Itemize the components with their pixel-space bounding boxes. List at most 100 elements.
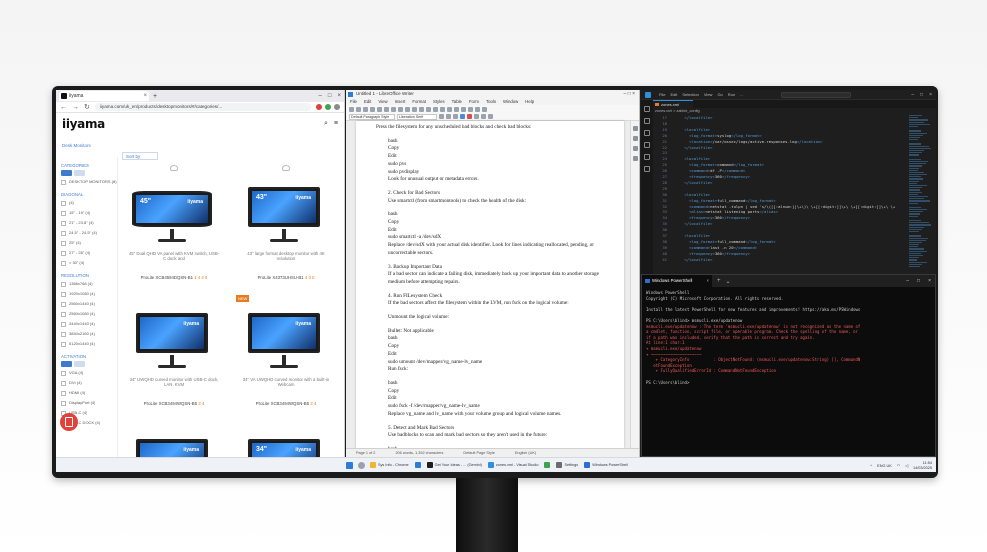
product-card[interactable]: 45" iiyama 45" Dual QHD VA panel with KVM … <box>120 165 228 295</box>
menu-item[interactable]: Help <box>525 98 534 105</box>
paste-icon[interactable] <box>398 107 403 112</box>
track-changes-icon[interactable] <box>475 107 480 112</box>
checkbox[interactable] <box>61 390 66 396</box>
command-center-search[interactable] <box>781 91 852 98</box>
checkbox[interactable] <box>61 240 66 246</box>
filter-option[interactable]: 1920x1080 (4) <box>61 290 117 298</box>
close-icon[interactable]: × <box>929 92 932 98</box>
comment-icon[interactable] <box>468 107 473 112</box>
iiyama-logo[interactable]: iiyama <box>62 117 105 131</box>
product-code[interactable]: ProLite XCB3494WQSN-B5 3 4 <box>128 401 220 406</box>
filter-option[interactable]: 2560x1440 (4) <box>61 300 117 308</box>
menu-item[interactable]: View <box>378 98 387 105</box>
sort-dropdown[interactable]: Sort by <box>122 152 158 160</box>
checkbox[interactable] <box>61 260 66 266</box>
profile-icon[interactable] <box>334 104 340 110</box>
back-icon[interactable]: ← <box>60 104 67 111</box>
close-tab-icon[interactable]: × <box>143 91 147 101</box>
maximize-icon[interactable]: □ <box>920 92 923 98</box>
checkbox[interactable] <box>61 301 66 307</box>
filter-option[interactable]: 21" - 23.8" (4) <box>61 219 117 227</box>
monitor-product-image[interactable]: iiyama <box>248 313 320 353</box>
product-card[interactable]: NEW iiyama 34" VA UWQHD curved monitor wit… <box>232 295 340 421</box>
taskbar-app[interactable] <box>414 462 421 468</box>
menu-item[interactable]: File <box>350 98 357 105</box>
menu-item[interactable]: Tools <box>486 98 496 105</box>
taskbar-app[interactable]: Windows PowerShell <box>584 462 628 468</box>
new-document-icon[interactable] <box>349 107 354 112</box>
checkbox[interactable] <box>61 370 66 376</box>
chevron-down-icon[interactable]: ⌄ <box>726 278 731 285</box>
highlight-icon[interactable] <box>467 114 472 119</box>
maximize-icon[interactable]: □ <box>328 93 332 99</box>
checkbox[interactable] <box>61 331 66 337</box>
minimize-icon[interactable]: – <box>906 278 909 284</box>
compare-icon[interactable] <box>282 165 290 171</box>
reload-icon[interactable]: ↻ <box>84 103 90 111</box>
table-icon[interactable] <box>433 107 438 112</box>
extensions-icon[interactable] <box>644 154 650 160</box>
checkbox[interactable] <box>61 321 66 327</box>
menu-item[interactable]: File <box>659 92 665 97</box>
extension-icon[interactable] <box>316 104 322 110</box>
open-icon[interactable] <box>356 107 361 112</box>
align-center-icon[interactable] <box>481 114 486 119</box>
search-icon[interactable] <box>358 461 365 469</box>
filter-option[interactable]: > 30" (4) <box>61 259 117 267</box>
filter-option[interactable]: HDMI (4) <box>61 389 117 397</box>
breadcrumb[interactable]: Desk Monitors <box>62 143 91 148</box>
chat-button[interactable] <box>60 413 78 431</box>
checkbox[interactable] <box>61 250 66 256</box>
address-bar[interactable]: iiyama.com/uk_en/products/desktopmonitor… <box>94 103 311 111</box>
filter-option[interactable]: 24.5" - 24.5" (4) <box>61 229 117 237</box>
monitor-product-image[interactable]: iiyama <box>136 313 208 353</box>
special-character-icon[interactable] <box>454 107 459 112</box>
checkbox[interactable] <box>61 380 66 386</box>
checkbox[interactable] <box>61 400 66 406</box>
close-tab-icon[interactable]: × <box>706 275 709 287</box>
checkbox[interactable] <box>61 291 66 297</box>
filter-option[interactable]: 2560x1080 (4) <box>61 310 117 318</box>
menu-item[interactable]: View <box>704 92 713 97</box>
monitor-product-image[interactable]: 43" iiyama <box>248 187 320 227</box>
remote-icon[interactable] <box>644 166 650 172</box>
keyboard-language[interactable]: ENG UK <box>877 464 892 468</box>
italic-icon[interactable] <box>446 114 451 119</box>
taskbar-app[interactable]: zones.xml - Visual Studio <box>487 462 538 468</box>
minimize-icon[interactable]: – <box>319 93 322 99</box>
terminal-tab[interactable]: Windows PowerShell × <box>642 275 712 287</box>
wifi-icon[interactable]: ◠ <box>897 463 900 468</box>
bullets-icon[interactable] <box>488 114 493 119</box>
filter-option[interactable]: 3440x1440 (4) <box>61 320 117 328</box>
filter-option[interactable]: DESKTOP MONITORS (8) <box>61 178 117 186</box>
product-card[interactable]: 43" iiyama 43" large format desktop monito… <box>232 165 340 295</box>
filter-chip[interactable] <box>61 361 72 367</box>
undo-icon[interactable] <box>405 107 410 112</box>
line-icon[interactable] <box>482 107 487 112</box>
menu-item[interactable]: Window <box>503 98 518 105</box>
volume-icon[interactable]: ◁ <box>905 463 908 468</box>
menu-item[interactable]: Selection <box>682 92 698 97</box>
extension-icon[interactable] <box>325 104 331 110</box>
search-icon[interactable] <box>644 118 650 124</box>
menu-item[interactable]: Edit <box>364 98 371 105</box>
filter-chip[interactable] <box>74 170 85 176</box>
start-icon[interactable] <box>346 461 353 469</box>
navigator-icon[interactable] <box>633 156 638 161</box>
taskbar-app[interactable]: Sys Info - Chrome <box>370 462 409 468</box>
clock[interactable]: 11:54 14/03/2025 <box>913 461 932 470</box>
filter-option[interactable]: 5120x1440 (4) <box>61 340 117 348</box>
copy-icon[interactable] <box>391 107 396 112</box>
menu-item[interactable]: Insert <box>395 98 406 105</box>
product-code[interactable]: ProLite XCB3494WQSN-B5 3 4 <box>240 401 332 406</box>
tray-chevron-icon[interactable]: ^ <box>870 464 872 468</box>
compare-icon[interactable] <box>170 165 178 171</box>
checkbox[interactable] <box>61 179 66 185</box>
checkbox[interactable] <box>61 220 66 226</box>
monitor-product-image[interactable]: iiyama <box>136 439 208 457</box>
menu-item[interactable]: Form <box>469 98 479 105</box>
close-icon[interactable]: × <box>928 278 931 284</box>
filter-option[interactable]: 27" - 28" (4) <box>61 249 117 257</box>
bold-icon[interactable] <box>439 114 444 119</box>
window-controls[interactable]: – □ × <box>624 90 636 98</box>
